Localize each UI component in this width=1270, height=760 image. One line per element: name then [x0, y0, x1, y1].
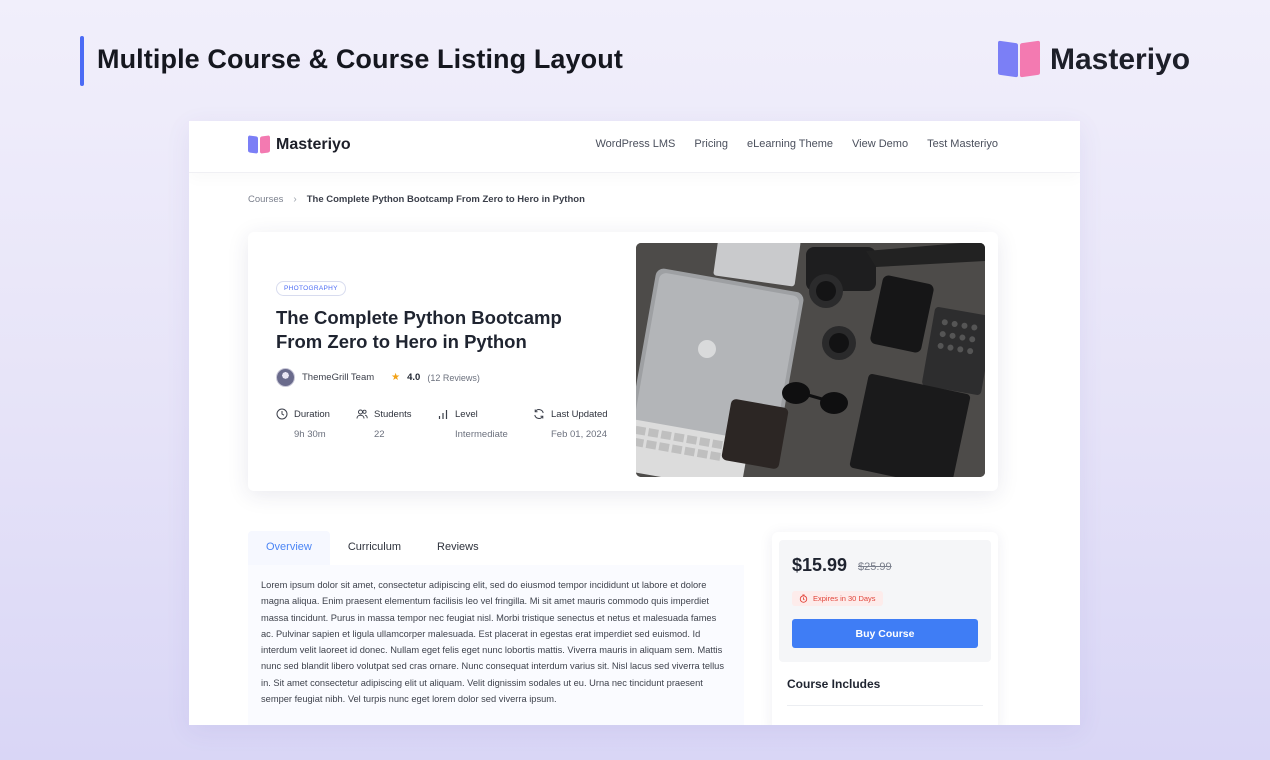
buy-course-button[interactable]: Buy Course: [792, 619, 978, 648]
breadcrumb: Courses › The Complete Python Bootcamp F…: [248, 194, 585, 205]
brand-name: Masteriyo: [1050, 43, 1191, 76]
course-title: The Complete Python Bootcamp From Zero t…: [276, 307, 562, 352]
expiry-text: Expires in 30 Days: [813, 594, 876, 603]
tab-curriculum[interactable]: Curriculum: [330, 531, 419, 565]
site-brand[interactable]: Masteriyo: [248, 135, 351, 154]
breadcrumb-current: The Complete Python Bootcamp From Zero t…: [306, 194, 585, 205]
stat-duration: Duration 9h 30m: [276, 408, 356, 440]
banner-title: Multiple Course & Course Listing Layout: [97, 44, 623, 74]
purchase-card: $15.99 $25.99 Expires in 30 Days Buy Cou…: [772, 532, 998, 725]
current-price: $15.99: [792, 555, 848, 575]
overview-text: Lorem ipsum dolor sit amet, consectetur …: [248, 565, 744, 725]
course-thumbnail-image: [636, 243, 985, 477]
chevron-right-icon: ›: [293, 194, 297, 205]
category-badge[interactable]: PHOTOGRAPHY: [276, 281, 346, 296]
rating-value: 4.0: [407, 372, 421, 383]
expiry-badge: Expires in 30 Days: [792, 591, 883, 606]
course-page-frame: Masteriyo WordPress LMS Pricing eLearnin…: [189, 121, 1080, 725]
review-count: (12 Reviews): [427, 372, 480, 383]
course-includes-heading: Course Includes: [787, 677, 881, 691]
book-logo-icon: [248, 135, 270, 154]
accent-bar: [80, 36, 84, 86]
price-box: $15.99 $25.99 Expires in 30 Days Buy Cou…: [779, 540, 991, 662]
timer-icon: [799, 594, 808, 603]
course-hero-card: PHOTOGRAPHY The Complete Python Bootcamp…: [248, 232, 998, 491]
course-tabs: Overview Curriculum Reviews: [248, 531, 744, 565]
tab-reviews[interactable]: Reviews: [419, 531, 497, 565]
divider: [787, 705, 983, 706]
tab-overview[interactable]: Overview: [248, 531, 330, 565]
avatar: [276, 368, 295, 387]
stat-students: Students 22: [356, 408, 437, 440]
main-nav: WordPress LMS Pricing eLearning Theme Vi…: [596, 138, 999, 150]
site-header: Masteriyo WordPress LMS Pricing eLearnin…: [189, 121, 1080, 173]
stat-value: Intermediate: [455, 429, 508, 440]
author-rating-row: ThemeGrill Team ★ 4.0 (12 Reviews): [276, 368, 480, 387]
stat-last-updated: Last Updated Feb 01, 2024: [533, 408, 629, 440]
stat-label: Students: [374, 408, 412, 420]
users-icon: [356, 409, 368, 419]
original-price: $25.99: [858, 561, 892, 573]
nav-link-pricing[interactable]: Pricing: [694, 138, 728, 150]
brand-logo-top: Masteriyo: [998, 40, 1191, 78]
nav-link-elearning-theme[interactable]: eLearning Theme: [747, 138, 833, 150]
stat-label: Last Updated: [551, 408, 608, 420]
stat-value: 9h 30m: [294, 429, 326, 440]
clock-icon: [276, 408, 288, 420]
bar-chart-icon: [438, 410, 448, 419]
nav-link-test-masteriyo[interactable]: Test Masteriyo: [927, 138, 998, 150]
author-name[interactable]: ThemeGrill Team: [302, 372, 374, 383]
refresh-icon: [534, 409, 544, 419]
nav-link-view-demo[interactable]: View Demo: [852, 138, 908, 150]
course-stats: Duration 9h 30m Students 22 Level Interm…: [276, 408, 629, 440]
stat-label: Level: [455, 408, 478, 420]
stat-label: Duration: [294, 408, 330, 420]
site-brand-name: Masteriyo: [276, 136, 351, 153]
star-icon: ★: [391, 372, 401, 383]
breadcrumb-courses-link[interactable]: Courses: [248, 194, 283, 205]
book-logo-icon: [998, 40, 1040, 78]
stat-level: Level Intermediate: [437, 408, 533, 440]
stat-value: 22: [374, 429, 385, 440]
nav-link-wordpress-lms[interactable]: WordPress LMS: [596, 138, 676, 150]
stat-value: Feb 01, 2024: [551, 429, 607, 440]
